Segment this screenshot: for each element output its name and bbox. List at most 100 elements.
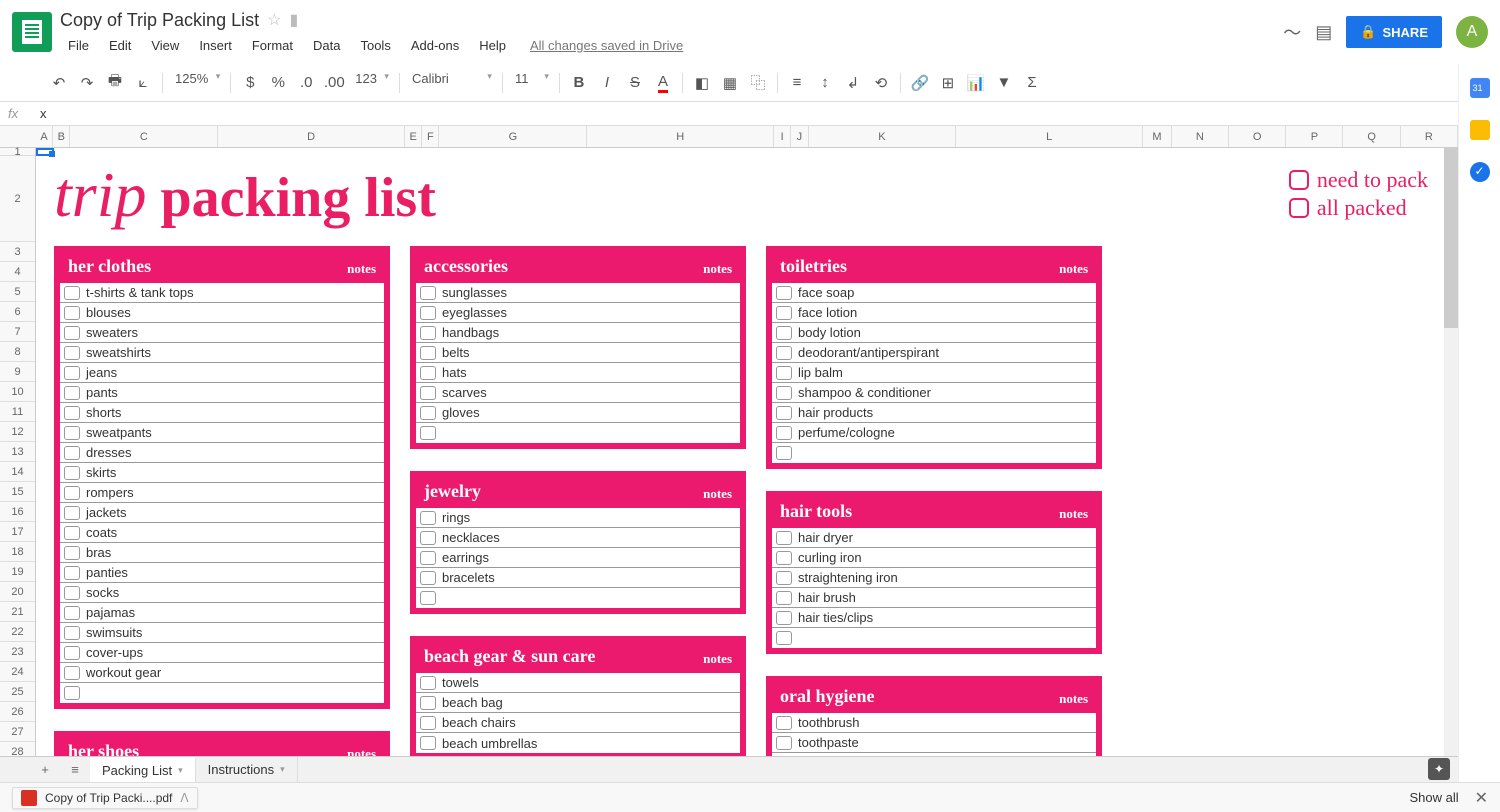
zoom-select[interactable]: 125%	[169, 71, 224, 95]
list-item[interactable]: curling iron	[772, 548, 1096, 568]
chevron-down-icon[interactable]: ▾	[280, 764, 285, 775]
close-icon[interactable]: ✕	[1475, 788, 1488, 808]
chevron-up-icon[interactable]: ᐱ	[180, 791, 188, 805]
checkbox-icon[interactable]	[776, 306, 792, 320]
list-item[interactable]	[416, 423, 740, 443]
row-header[interactable]: 8	[0, 342, 35, 362]
redo-button[interactable]: ↷	[74, 70, 100, 96]
row-header[interactable]: 25	[0, 682, 35, 702]
checkbox-icon[interactable]	[64, 626, 80, 640]
list-item[interactable]: sunglasses	[416, 283, 740, 303]
checkbox-icon[interactable]	[64, 566, 80, 580]
menu-view[interactable]: View	[143, 34, 187, 57]
menu-insert[interactable]: Insert	[191, 34, 240, 57]
row-header[interactable]: 16	[0, 502, 35, 522]
checkbox-icon[interactable]	[64, 426, 80, 440]
list-item[interactable]: deodorant/antiperspirant	[772, 343, 1096, 363]
row-header[interactable]: 11	[0, 402, 35, 422]
chevron-down-icon[interactable]: ▾	[178, 765, 183, 776]
row-header[interactable]: 13	[0, 442, 35, 462]
row-header[interactable]: 6	[0, 302, 35, 322]
folder-icon[interactable]: ▮	[289, 10, 298, 30]
row-header[interactable]: 2	[0, 156, 35, 242]
fillcolor-button[interactable]: ◧	[689, 70, 715, 96]
list-item[interactable]: shampoo & conditioner	[772, 383, 1096, 403]
row-header[interactable]: 27	[0, 722, 35, 742]
col-header[interactable]: J	[791, 126, 808, 147]
list-item[interactable]: sweatpants	[60, 423, 384, 443]
comment-button[interactable]: ⊞	[935, 70, 961, 96]
checkbox-icon[interactable]	[420, 531, 436, 545]
checkbox-icon[interactable]	[776, 736, 792, 750]
row-header[interactable]: 10	[0, 382, 35, 402]
star-icon[interactable]: ☆	[267, 10, 281, 30]
list-item[interactable]: face soap	[772, 283, 1096, 303]
valign-button[interactable]: ↕	[812, 70, 838, 96]
row-header[interactable]: 5	[0, 282, 35, 302]
col-header[interactable]: Q	[1343, 126, 1400, 147]
checkbox-icon[interactable]	[420, 676, 436, 690]
list-item[interactable]: handbags	[416, 323, 740, 343]
checkbox-icon[interactable]	[64, 346, 80, 360]
col-header[interactable]: D	[218, 126, 405, 147]
list-item[interactable]: hair dryer	[772, 528, 1096, 548]
checkbox-icon[interactable]	[64, 506, 80, 520]
list-item[interactable]	[60, 683, 384, 703]
list-item[interactable]: hats	[416, 363, 740, 383]
col-header[interactable]: I	[774, 126, 791, 147]
increase-decimal-button[interactable]: .00	[321, 70, 347, 96]
list-item[interactable]: beach umbrellas	[416, 733, 740, 753]
row-header[interactable]: 15	[0, 482, 35, 502]
fx-input[interactable]: x	[40, 106, 47, 121]
download-chip[interactable]: Copy of Trip Packi....pdf ᐱ	[12, 787, 198, 809]
checkbox-icon[interactable]	[776, 406, 792, 420]
list-item[interactable]: gloves	[416, 403, 740, 423]
col-header[interactable]: L	[956, 126, 1143, 147]
menu-edit[interactable]: Edit	[101, 34, 139, 57]
undo-button[interactable]: ↶	[46, 70, 72, 96]
checkbox-icon[interactable]	[776, 716, 792, 730]
strike-button[interactable]: S	[622, 70, 648, 96]
saved-status[interactable]: All changes saved in Drive	[530, 38, 683, 53]
checkbox-icon[interactable]	[420, 571, 436, 585]
borders-button[interactable]: ▦	[717, 70, 743, 96]
decrease-decimal-button[interactable]: .0	[293, 70, 319, 96]
list-item[interactable]: necklaces	[416, 528, 740, 548]
list-item[interactable]: toothpaste	[772, 733, 1096, 753]
row-header[interactable]: 17	[0, 522, 35, 542]
list-item[interactable]: rings	[416, 508, 740, 528]
checkbox-icon[interactable]	[420, 591, 436, 605]
row-header[interactable]: 4	[0, 262, 35, 282]
checkbox-icon[interactable]	[776, 591, 792, 605]
row-header[interactable]: 7	[0, 322, 35, 342]
list-item[interactable]: beach bag	[416, 693, 740, 713]
list-item[interactable]: bracelets	[416, 568, 740, 588]
col-header[interactable]: P	[1286, 126, 1343, 147]
list-item[interactable]: pajamas	[60, 603, 384, 623]
row-header[interactable]: 1	[0, 148, 35, 156]
checkbox-icon[interactable]	[420, 366, 436, 380]
list-item[interactable]: hair products	[772, 403, 1096, 423]
avatar[interactable]: A	[1456, 16, 1488, 48]
checkbox-icon[interactable]	[420, 386, 436, 400]
checkbox-icon[interactable]	[64, 306, 80, 320]
list-item[interactable]: face lotion	[772, 303, 1096, 323]
checkbox-icon[interactable]	[420, 736, 436, 750]
row-header[interactable]: 23	[0, 642, 35, 662]
checkbox-icon[interactable]	[776, 326, 792, 340]
row-header[interactable]: 28	[0, 742, 35, 756]
keep-icon[interactable]	[1470, 120, 1490, 140]
checkbox-icon[interactable]	[420, 716, 436, 730]
share-button[interactable]: 🔒 SHARE	[1346, 16, 1442, 48]
currency-button[interactable]: $	[237, 70, 263, 96]
list-item[interactable]: jackets	[60, 503, 384, 523]
row-header[interactable]: 20	[0, 582, 35, 602]
list-item[interactable]: sweaters	[60, 323, 384, 343]
rotate-button[interactable]: ⟲	[868, 70, 894, 96]
checkbox-icon[interactable]	[64, 366, 80, 380]
activity-icon[interactable]: 〜	[1283, 19, 1301, 45]
col-header[interactable]: R	[1401, 126, 1458, 147]
list-item[interactable]: skirts	[60, 463, 384, 483]
list-item[interactable]: shorts	[60, 403, 384, 423]
list-item[interactable]: towels	[416, 673, 740, 693]
